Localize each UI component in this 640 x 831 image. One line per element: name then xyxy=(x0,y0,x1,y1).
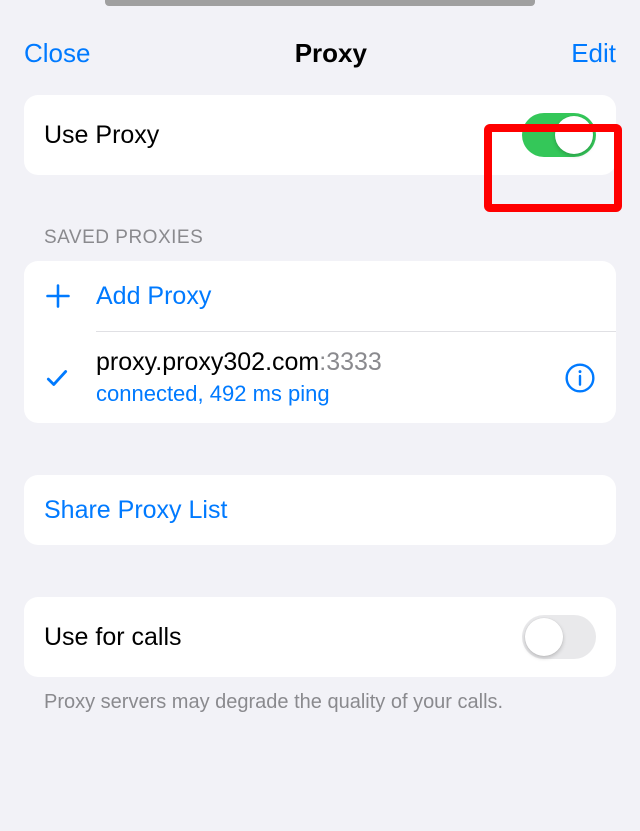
use-for-calls-row: Use for calls xyxy=(24,597,616,677)
use-proxy-label: Use Proxy xyxy=(44,121,522,150)
calls-footer-note: Proxy servers may degrade the quality of… xyxy=(44,691,596,714)
nav-header: Close Proxy Edit xyxy=(0,0,640,95)
edit-button[interactable]: Edit xyxy=(571,38,616,69)
share-proxy-row[interactable]: Share Proxy List xyxy=(24,475,616,545)
info-icon[interactable] xyxy=(564,362,596,394)
toggle-knob xyxy=(555,116,593,154)
toggle-knob xyxy=(525,618,563,656)
saved-proxies-group: Add Proxy proxy.proxy302.com:3333 connec… xyxy=(24,261,616,423)
use-for-calls-label: Use for calls xyxy=(44,623,522,652)
proxy-port: :3333 xyxy=(319,348,382,376)
add-proxy-row[interactable]: Add Proxy xyxy=(24,261,616,331)
check-icon xyxy=(44,365,96,391)
modal-grabber xyxy=(0,0,640,10)
share-group: Share Proxy List xyxy=(24,475,616,545)
use-for-calls-group: Use for calls xyxy=(24,597,616,677)
share-proxy-label: Share Proxy List xyxy=(44,496,596,525)
use-proxy-toggle[interactable] xyxy=(522,113,596,157)
use-proxy-row: Use Proxy xyxy=(24,95,616,175)
use-for-calls-toggle[interactable] xyxy=(522,615,596,659)
saved-proxy-row[interactable]: proxy.proxy302.com:3333 connected, 492 m… xyxy=(24,332,616,423)
proxy-status: connected, 492 ms ping xyxy=(96,381,564,407)
proxy-host: proxy.proxy302.com:3333 xyxy=(96,348,564,377)
plus-icon xyxy=(44,282,96,310)
saved-proxies-header: SAVED PROXIES xyxy=(44,227,596,249)
add-proxy-label: Add Proxy xyxy=(96,282,596,311)
page-title: Proxy xyxy=(295,38,367,69)
proxy-host-name: proxy.proxy302.com xyxy=(96,348,319,376)
use-proxy-group: Use Proxy xyxy=(24,95,616,175)
close-button[interactable]: Close xyxy=(24,38,90,69)
proxy-entry-body: proxy.proxy302.com:3333 connected, 492 m… xyxy=(96,348,564,407)
